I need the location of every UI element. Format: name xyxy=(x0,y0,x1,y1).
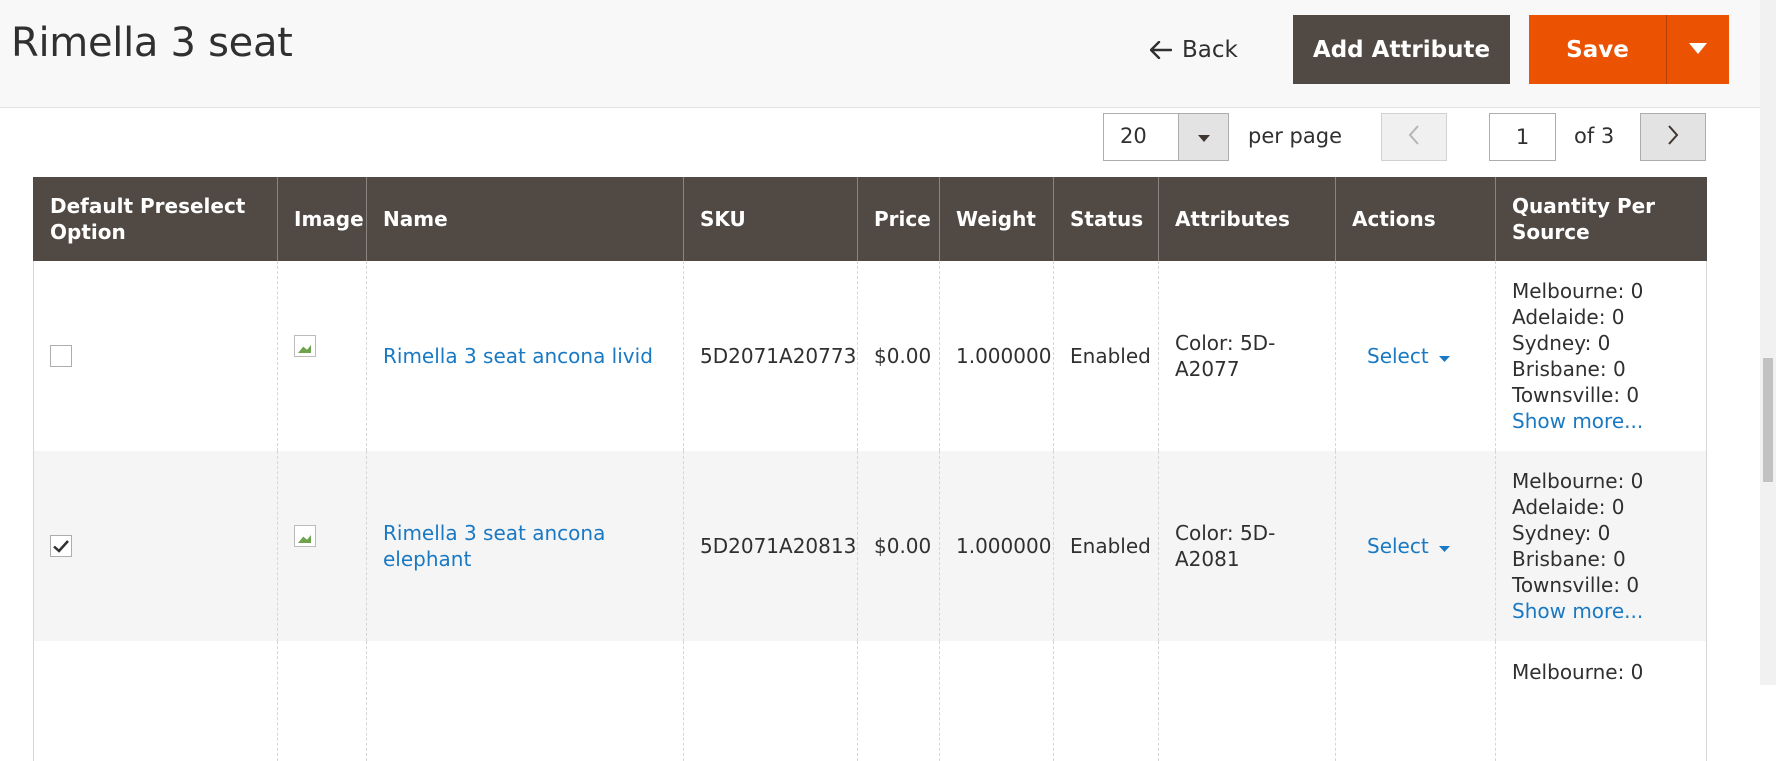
weight-cell: 1.000000 xyxy=(939,261,1054,451)
actions-cell xyxy=(1335,641,1496,761)
per-page-value: 20 xyxy=(1120,124,1147,148)
caret-down-icon xyxy=(1197,128,1210,147)
arrow-left-icon xyxy=(1150,41,1172,59)
column-header-sku[interactable]: SKU xyxy=(683,177,858,261)
source-quantity: Adelaide: 0 xyxy=(1512,495,1625,519)
configurations-grid: Default Preselect Option Image Name SKU … xyxy=(33,177,1707,761)
sku-cell: 5D2071A20773 xyxy=(683,261,858,451)
source-quantity: Sydney: 0 xyxy=(1512,331,1611,355)
previous-page-button[interactable] xyxy=(1381,113,1447,161)
sku-cell xyxy=(683,641,858,761)
product-name-link[interactable]: Rimella 3 seat ancona livid xyxy=(383,344,653,368)
image-cell xyxy=(277,641,367,761)
column-header-default-preselect[interactable]: Default Preselect Option xyxy=(33,177,278,261)
preselect-cell xyxy=(33,641,278,761)
source-quantity: Brisbane: 0 xyxy=(1512,357,1626,381)
add-attribute-button[interactable]: Add Attribute xyxy=(1293,15,1510,84)
table-row: Rimella 3 seat ancona livid 5D2071A20773… xyxy=(33,261,1707,451)
column-header-status[interactable]: Status xyxy=(1053,177,1159,261)
default-preselect-checkbox[interactable] xyxy=(50,345,72,367)
save-button[interactable]: Save xyxy=(1529,15,1667,84)
chevron-right-icon xyxy=(1667,125,1679,149)
quantity-per-source-cell: Melbourne: 0 xyxy=(1495,641,1707,761)
chevron-left-icon xyxy=(1408,125,1420,149)
broken-image-icon xyxy=(294,525,316,547)
select-action-label: Select xyxy=(1367,344,1429,368)
status-cell xyxy=(1053,641,1159,761)
weight-cell xyxy=(939,641,1054,761)
table-row: Rimella 3 seat ancona elephant 5D2071A20… xyxy=(33,451,1707,641)
source-quantity: Townsville: 0 xyxy=(1512,383,1640,407)
name-cell: Rimella 3 seat ancona livid xyxy=(366,261,684,451)
quantity-per-source-cell: Melbourne: 0 Adelaide: 0 Sydney: 0 Brisb… xyxy=(1495,451,1707,641)
source-quantity: Adelaide: 0 xyxy=(1512,305,1625,329)
scrollbar-thumb[interactable] xyxy=(1763,358,1773,482)
product-name-link[interactable]: Rimella 3 seat ancona elephant xyxy=(383,521,605,571)
broken-image-icon xyxy=(294,335,316,357)
column-header-weight[interactable]: Weight xyxy=(939,177,1054,261)
table-row: Melbourne: 0 xyxy=(33,641,1707,761)
per-page-select[interactable]: 20 xyxy=(1103,113,1229,161)
name-cell: Rimella 3 seat ancona elephant xyxy=(366,451,684,641)
source-quantity: Brisbane: 0 xyxy=(1512,547,1626,571)
price-cell xyxy=(857,641,940,761)
column-header-attributes[interactable]: Attributes xyxy=(1158,177,1336,261)
price-cell: $0.00 xyxy=(857,451,940,641)
name-cell xyxy=(366,641,684,761)
status-cell: Enabled xyxy=(1053,451,1159,641)
caret-down-icon xyxy=(1438,343,1450,369)
column-header-price[interactable]: Price xyxy=(857,177,940,261)
column-header-name[interactable]: Name xyxy=(366,177,684,261)
current-page-input[interactable] xyxy=(1489,113,1556,161)
column-header-actions[interactable]: Actions xyxy=(1335,177,1496,261)
sku-cell: 5D2071A20813 xyxy=(683,451,858,641)
page-header: Rimella 3 seat Back Add Attribute Save xyxy=(0,0,1760,108)
save-options-toggle[interactable] xyxy=(1667,15,1729,84)
weight-cell: 1.000000 xyxy=(939,451,1054,641)
caret-down-icon xyxy=(1689,40,1707,59)
preselect-cell xyxy=(33,261,278,451)
page-title: Rimella 3 seat xyxy=(11,20,293,66)
back-label: Back xyxy=(1182,37,1238,63)
per-page-label: per page xyxy=(1248,124,1343,148)
attributes-cell: Color: 5D-A2077 xyxy=(1158,261,1336,451)
source-quantity: Sydney: 0 xyxy=(1512,521,1611,545)
caret-down-icon xyxy=(1438,533,1450,559)
page-scrollbar[interactable] xyxy=(1760,0,1776,685)
image-cell xyxy=(277,261,367,451)
preselect-cell xyxy=(33,451,278,641)
back-button[interactable]: Back xyxy=(1150,28,1238,72)
select-action-dropdown[interactable]: Select xyxy=(1367,533,1450,559)
select-action-dropdown[interactable]: Select xyxy=(1367,343,1450,369)
price-cell: $0.00 xyxy=(857,261,940,451)
table-header-row: Default Preselect Option Image Name SKU … xyxy=(33,177,1707,261)
source-quantity: Melbourne: 0 xyxy=(1512,279,1644,303)
image-cell xyxy=(277,451,367,641)
column-header-image[interactable]: Image xyxy=(277,177,367,261)
quantity-per-source-cell: Melbourne: 0 Adelaide: 0 Sydney: 0 Brisb… xyxy=(1495,261,1707,451)
checkmark-icon xyxy=(53,533,69,559)
source-quantity: Townsville: 0 xyxy=(1512,573,1640,597)
actions-cell: Select xyxy=(1335,261,1496,451)
actions-cell: Select xyxy=(1335,451,1496,641)
attributes-cell xyxy=(1158,641,1336,761)
source-quantity: Melbourne: 0 xyxy=(1512,469,1644,493)
default-preselect-checkbox[interactable] xyxy=(50,535,72,557)
select-action-label: Select xyxy=(1367,534,1429,558)
attributes-cell: Color: 5D-A2081 xyxy=(1158,451,1336,641)
page-count-label: of 3 xyxy=(1574,124,1615,148)
per-page-toggle[interactable] xyxy=(1178,114,1228,160)
source-quantity: Melbourne: 0 xyxy=(1512,660,1644,684)
status-cell: Enabled xyxy=(1053,261,1159,451)
show-more-link[interactable]: Show more... xyxy=(1512,598,1690,624)
column-header-quantity-per-source[interactable]: Quantity Per Source xyxy=(1495,177,1707,261)
next-page-button[interactable] xyxy=(1640,113,1706,161)
show-more-link[interactable]: Show more... xyxy=(1512,408,1690,434)
